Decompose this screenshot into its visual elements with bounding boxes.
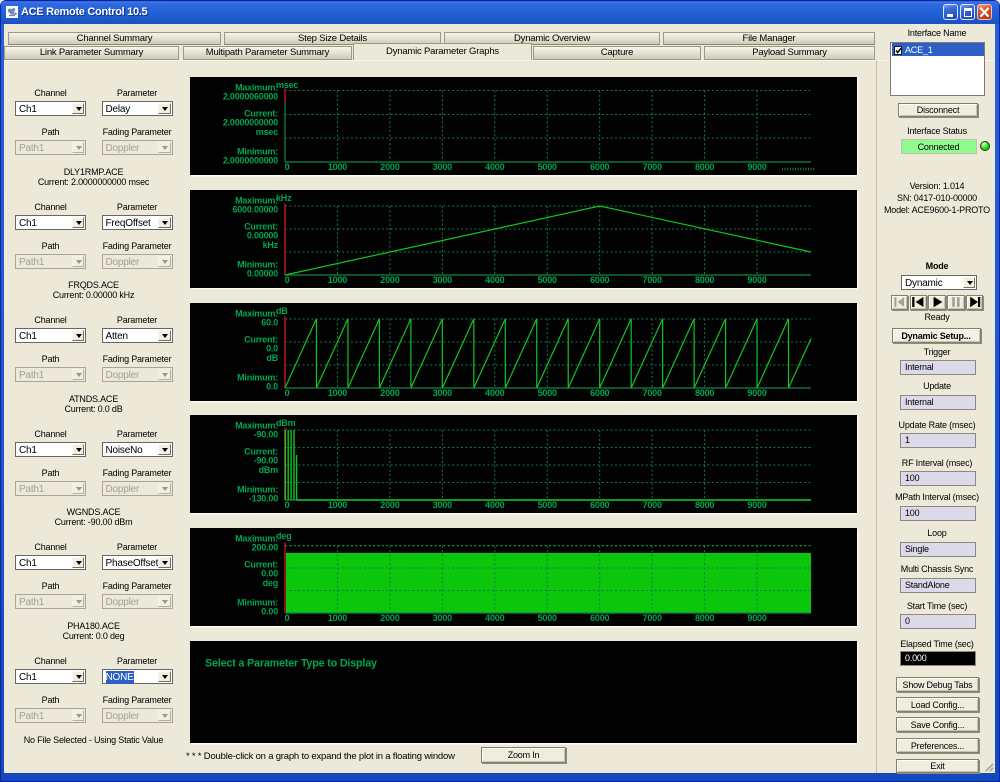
svg-text:-90.00: -90.00 [254, 430, 279, 440]
svg-text:6000: 6000 [590, 162, 609, 172]
svg-text:3000: 3000 [433, 275, 452, 285]
svg-text:8000: 8000 [695, 275, 714, 285]
svg-text:60.0: 60.0 [261, 317, 278, 327]
svg-text:8000: 8000 [695, 388, 714, 398]
svg-text:6000: 6000 [590, 613, 609, 623]
svg-text:0.00: 0.00 [261, 607, 278, 617]
svg-text:4000: 4000 [485, 275, 504, 285]
svg-text:7000: 7000 [643, 388, 662, 398]
svg-text:7000: 7000 [643, 275, 662, 285]
svg-text:6000: 6000 [590, 500, 609, 510]
svg-text:2.0000000000: 2.0000000000 [223, 118, 278, 128]
svg-text:1000: 1000 [328, 275, 347, 285]
svg-text:6000: 6000 [590, 275, 609, 285]
svg-text:0: 0 [285, 500, 290, 510]
svg-text:kHz: kHz [263, 240, 279, 250]
svg-text:-130.00: -130.00 [249, 494, 278, 504]
svg-text:9000: 9000 [747, 500, 766, 510]
svg-text:0.0: 0.0 [266, 381, 278, 391]
svg-text:8000: 8000 [695, 500, 714, 510]
svg-text:4000: 4000 [485, 162, 504, 172]
svg-text:-90.00: -90.00 [254, 456, 279, 466]
svg-text:8000: 8000 [695, 162, 714, 172]
svg-text:deg: deg [276, 531, 291, 541]
svg-text:4000: 4000 [485, 388, 504, 398]
svg-text:msec: msec [256, 127, 278, 137]
svg-text:dBm: dBm [259, 465, 279, 475]
svg-text:0: 0 [285, 275, 290, 285]
svg-text:5000: 5000 [538, 162, 557, 172]
svg-text:9000: 9000 [747, 275, 766, 285]
svg-text:msec: msec [276, 80, 298, 90]
svg-text:4000: 4000 [485, 613, 504, 623]
svg-text:dB: dB [276, 306, 288, 316]
svg-text:2000: 2000 [380, 388, 399, 398]
svg-text:5000: 5000 [538, 613, 557, 623]
svg-text:9000: 9000 [747, 388, 766, 398]
svg-text:dBm: dBm [276, 418, 296, 428]
svg-text:1000: 1000 [328, 162, 347, 172]
svg-text:2000: 2000 [380, 613, 399, 623]
svg-text:9000: 9000 [747, 613, 766, 623]
svg-text:2000: 2000 [380, 162, 399, 172]
svg-text:1000: 1000 [328, 500, 347, 510]
svg-text:5000: 5000 [538, 388, 557, 398]
svg-text:5000: 5000 [538, 500, 557, 510]
svg-text:7000: 7000 [643, 162, 662, 172]
svg-text:6000.00000: 6000.00000 [232, 205, 278, 215]
svg-text:9000: 9000 [747, 162, 766, 172]
svg-text:5000: 5000 [538, 275, 557, 285]
svg-text:0: 0 [285, 162, 290, 172]
svg-text:200.00: 200.00 [252, 543, 279, 553]
svg-text:0.00000: 0.00000 [247, 269, 278, 279]
svg-text:2.0000060000: 2.0000060000 [223, 92, 278, 102]
svg-text:2.0000000000: 2.0000000000 [223, 156, 278, 166]
svg-text:0: 0 [285, 613, 290, 623]
svg-text:0: 0 [285, 388, 290, 398]
svg-text:3000: 3000 [433, 388, 452, 398]
svg-text:4000: 4000 [485, 500, 504, 510]
svg-text:1000: 1000 [328, 388, 347, 398]
svg-text:dB: dB [266, 353, 278, 363]
svg-text:0.00000: 0.00000 [247, 231, 278, 241]
svg-text:7000: 7000 [643, 613, 662, 623]
svg-text:3000: 3000 [433, 162, 452, 172]
svg-text:0.00: 0.00 [261, 569, 278, 579]
svg-text:8000: 8000 [695, 613, 714, 623]
svg-text:2000: 2000 [380, 500, 399, 510]
svg-text:3000: 3000 [433, 500, 452, 510]
svg-text:deg: deg [263, 578, 278, 588]
svg-text:0.0: 0.0 [266, 343, 278, 353]
svg-text:1000: 1000 [328, 613, 347, 623]
svg-text:Select a Parameter Type to Dis: Select a Parameter Type to Display [205, 657, 377, 669]
svg-text:7000: 7000 [643, 500, 662, 510]
svg-text:3000: 3000 [433, 613, 452, 623]
svg-text:6000: 6000 [590, 388, 609, 398]
svg-text:kHz: kHz [276, 193, 292, 203]
svg-text:2000: 2000 [380, 275, 399, 285]
